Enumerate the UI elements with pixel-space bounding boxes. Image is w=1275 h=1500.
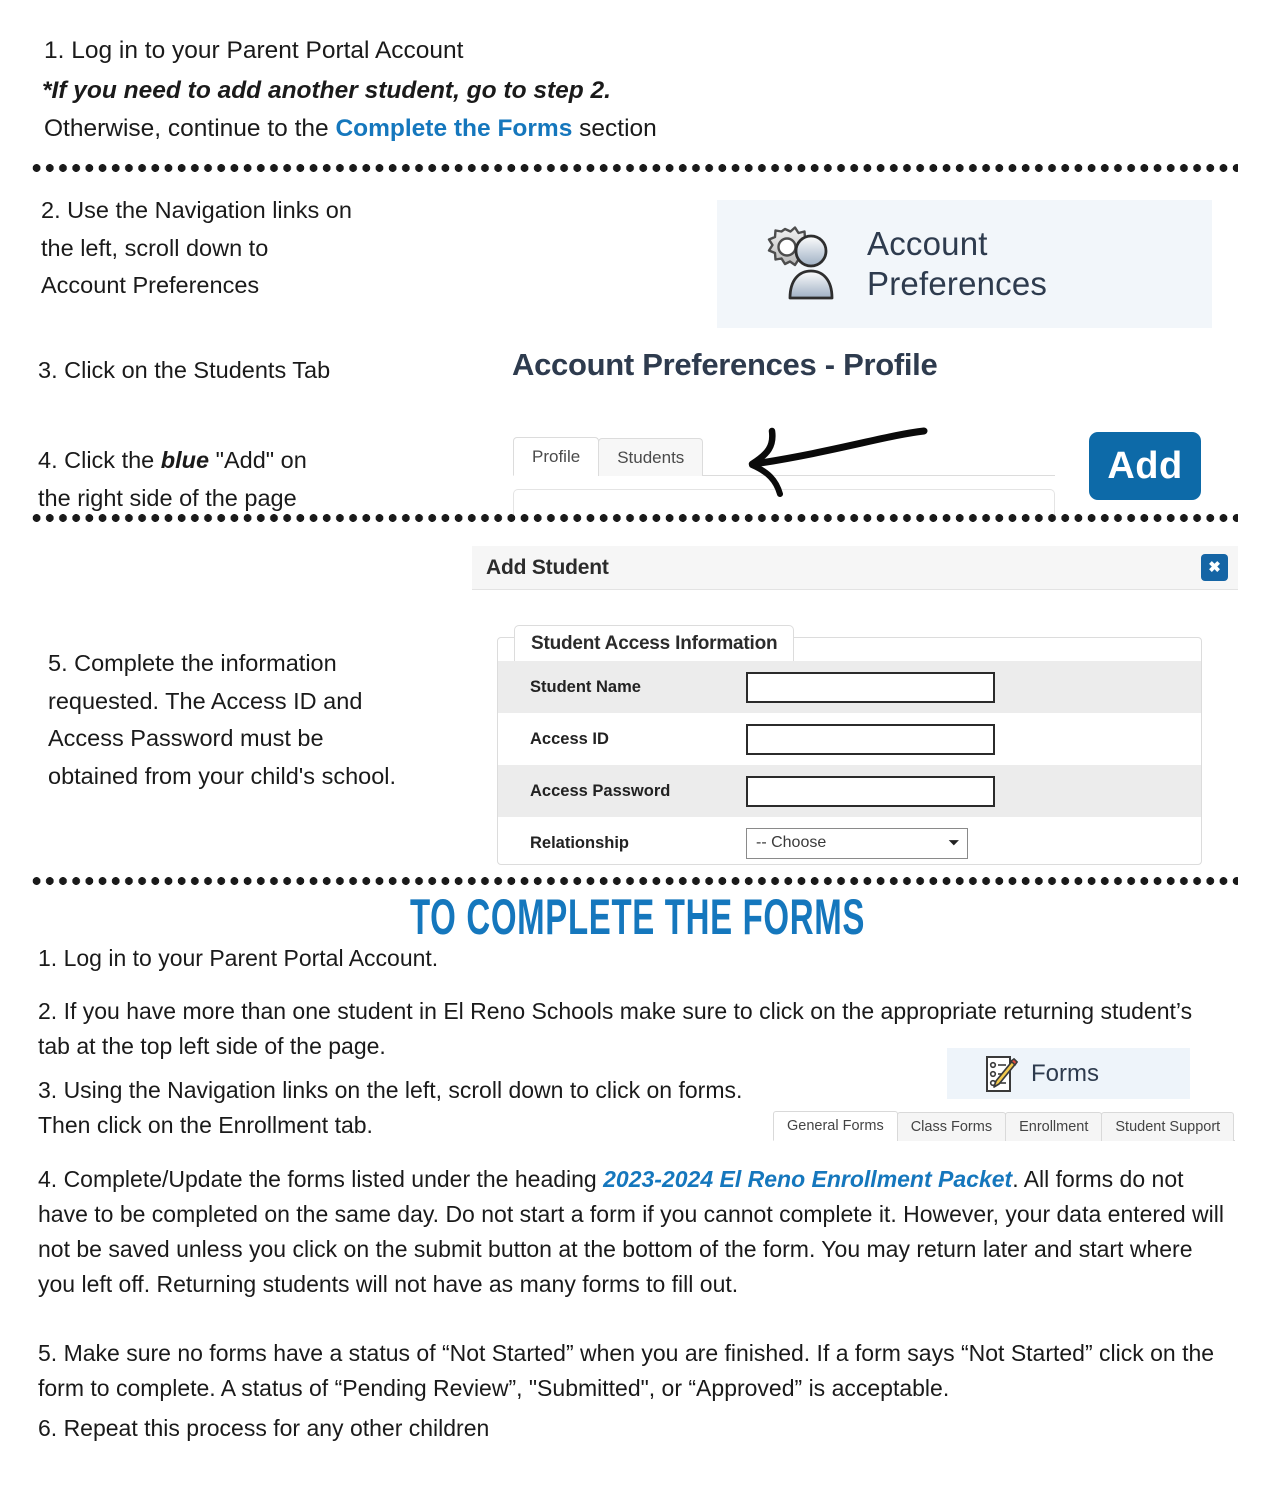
tab-enrollment[interactable]: Enrollment (1005, 1112, 1103, 1141)
nav-card-account-preferences[interactable]: Account Preferences (717, 200, 1212, 328)
tab-class-forms-label: Class Forms (910, 1119, 993, 1135)
gear-person-icon (763, 224, 849, 304)
field-row-access-password: Access Password (498, 765, 1201, 817)
nav-card-label: Account Preferences (867, 224, 1047, 304)
add-student-dialog-titlebar: Add Student ✖ (472, 546, 1238, 590)
step-5-line-1: 5. Complete the information (48, 650, 337, 676)
forms-item-6: 6. Repeat this process for any other chi… (38, 1411, 938, 1446)
step-5-line-2: requested. The Access ID and (48, 687, 363, 714)
step-4-line-2: the right side of the page (38, 484, 297, 511)
forms-item-5-text: 5. Make sure no forms have a status of “… (38, 1340, 1215, 1401)
step-2-block: 2. Use the Navigation links on the left,… (41, 192, 461, 305)
otherwise-suffix: section (572, 115, 657, 142)
top-step-otherwise: Otherwise, continue to the Complete the … (44, 110, 657, 148)
step-3-text: 3. Click on the Students Tab (38, 357, 331, 383)
page-title-text: Account Preferences - Profile (512, 347, 938, 382)
top-step-1-text: 1. Log in to your Parent Portal Account (44, 37, 464, 64)
label-relationship: Relationship (530, 833, 630, 852)
tab-student-support-label: Student Support (1115, 1119, 1221, 1135)
step-4-block: 4. Click the blue "Add" on the right sid… (38, 442, 458, 517)
tab-general-forms[interactable]: General Forms (773, 1111, 898, 1141)
divider-3 (30, 877, 1238, 885)
relationship-select[interactable]: -- Choose ⏷ (746, 827, 968, 859)
top-step-note: *If you need to add another student, go … (42, 72, 611, 110)
step-4-line-1: 4. Click the blue "Add" on (38, 442, 458, 480)
left-arrow-annotation (738, 418, 938, 508)
tab-enrollment-label: Enrollment (1019, 1119, 1089, 1135)
tab-student-support[interactable]: Student Support (1101, 1112, 1235, 1141)
step-4-emphasis: blue (160, 447, 210, 473)
chevron-down-icon: ⏷ (948, 835, 959, 850)
enrollment-packet-highlight: 2023-2024 El Reno Enrollment Packet (603, 1166, 1013, 1192)
access-id-input[interactable] (746, 723, 995, 755)
field-row-access-id: Access ID (498, 713, 1201, 765)
complete-the-forms-banner-text: TO COMPLETE THE FORMS (409, 889, 866, 945)
step-5-line-3: Access Password must be (48, 725, 324, 751)
forms-item-4-prefix: 4. Complete/Update the forms listed unde… (38, 1166, 604, 1192)
top-step-1: 1. Log in to your Parent Portal Account (44, 32, 463, 70)
add-button[interactable]: Add (1089, 432, 1201, 500)
tab-students[interactable]: Students (598, 438, 704, 476)
step-3-block: 3. Click on the Students Tab (38, 352, 330, 390)
label-access-id: Access ID (530, 729, 609, 748)
access-password-input[interactable] (746, 775, 995, 807)
close-icon[interactable]: ✖ (1201, 554, 1228, 581)
divider-1 (30, 164, 1238, 172)
nav-card-label-line-1: Account (867, 225, 988, 262)
close-icon-glyph: ✖ (1208, 559, 1221, 576)
nav-card-label-line-2: Preferences (867, 265, 1048, 302)
label-access-password: Access Password (530, 781, 671, 800)
fieldset-legend: Student Access Information (514, 625, 795, 663)
step-2-line-2: the left, scroll down to (41, 234, 269, 261)
step-4-prefix: 4. Click the (38, 447, 161, 473)
forms-item-3-line-2: Then click on the Enrollment tab. (38, 1112, 373, 1138)
tab-profile-label: Profile (532, 447, 581, 466)
forms-item-3: 3. Using the Navigation links on the lef… (38, 1073, 758, 1143)
field-row-relationship: Relationship -- Choose ⏷ (498, 817, 1201, 869)
forms-item-1: 1. Log in to your Parent Portal Account. (38, 941, 1238, 976)
nav-card-forms[interactable]: Forms (947, 1048, 1190, 1099)
fieldset-legend-text: Student Access Information (531, 633, 778, 654)
page-title-account-preferences: Account Preferences - Profile (512, 347, 938, 383)
complete-the-forms-banner: TO COMPLETE THE FORMS (217, 888, 1059, 946)
nav-card-forms-label: Forms (1031, 1059, 1099, 1087)
clipboard-pencil-icon (985, 1055, 1019, 1093)
label-student-name: Student Name (530, 677, 641, 696)
complete-the-forms-link[interactable]: Complete the Forms (335, 115, 572, 142)
forms-item-5: 5. Make sure no forms have a status of “… (38, 1336, 1232, 1406)
tab-students-label: Students (617, 448, 685, 467)
tab-class-forms[interactable]: Class Forms (896, 1112, 1007, 1141)
forms-item-1-text: 1. Log in to your Parent Portal Account. (38, 945, 439, 971)
tab-general-forms-label: General Forms (787, 1118, 884, 1134)
forms-item-6-text: 6. Repeat this process for any other chi… (38, 1415, 490, 1441)
add-student-dialog-title: Add Student (486, 555, 609, 579)
step-5-line-4: obtained from your child's school. (48, 762, 397, 789)
add-button-label: Add (1107, 444, 1183, 487)
step-2-line-1: 2. Use the Navigation links on (41, 197, 352, 223)
tab-profile[interactable]: Profile (513, 437, 600, 476)
step-4-suffix: "Add" on (209, 447, 307, 473)
step-5-block: 5. Complete the information requested. T… (48, 645, 478, 795)
otherwise-prefix: Otherwise, continue to the (44, 115, 336, 142)
student-name-input[interactable] (746, 671, 995, 703)
divider-2 (30, 514, 1238, 522)
forms-item-4: 4. Complete/Update the forms listed unde… (38, 1162, 1232, 1302)
relationship-select-value: -- Choose (756, 834, 827, 851)
top-step-note-text: *If you need to add another student, go … (42, 77, 611, 104)
step-2-line-3: Account Preferences (41, 272, 260, 298)
field-row-student-name: Student Name (498, 661, 1201, 713)
forms-item-3-line-1: 3. Using the Navigation links on the lef… (38, 1077, 743, 1103)
forms-tabstrip: General Forms Class Forms Enrollment Stu… (773, 1110, 1235, 1141)
